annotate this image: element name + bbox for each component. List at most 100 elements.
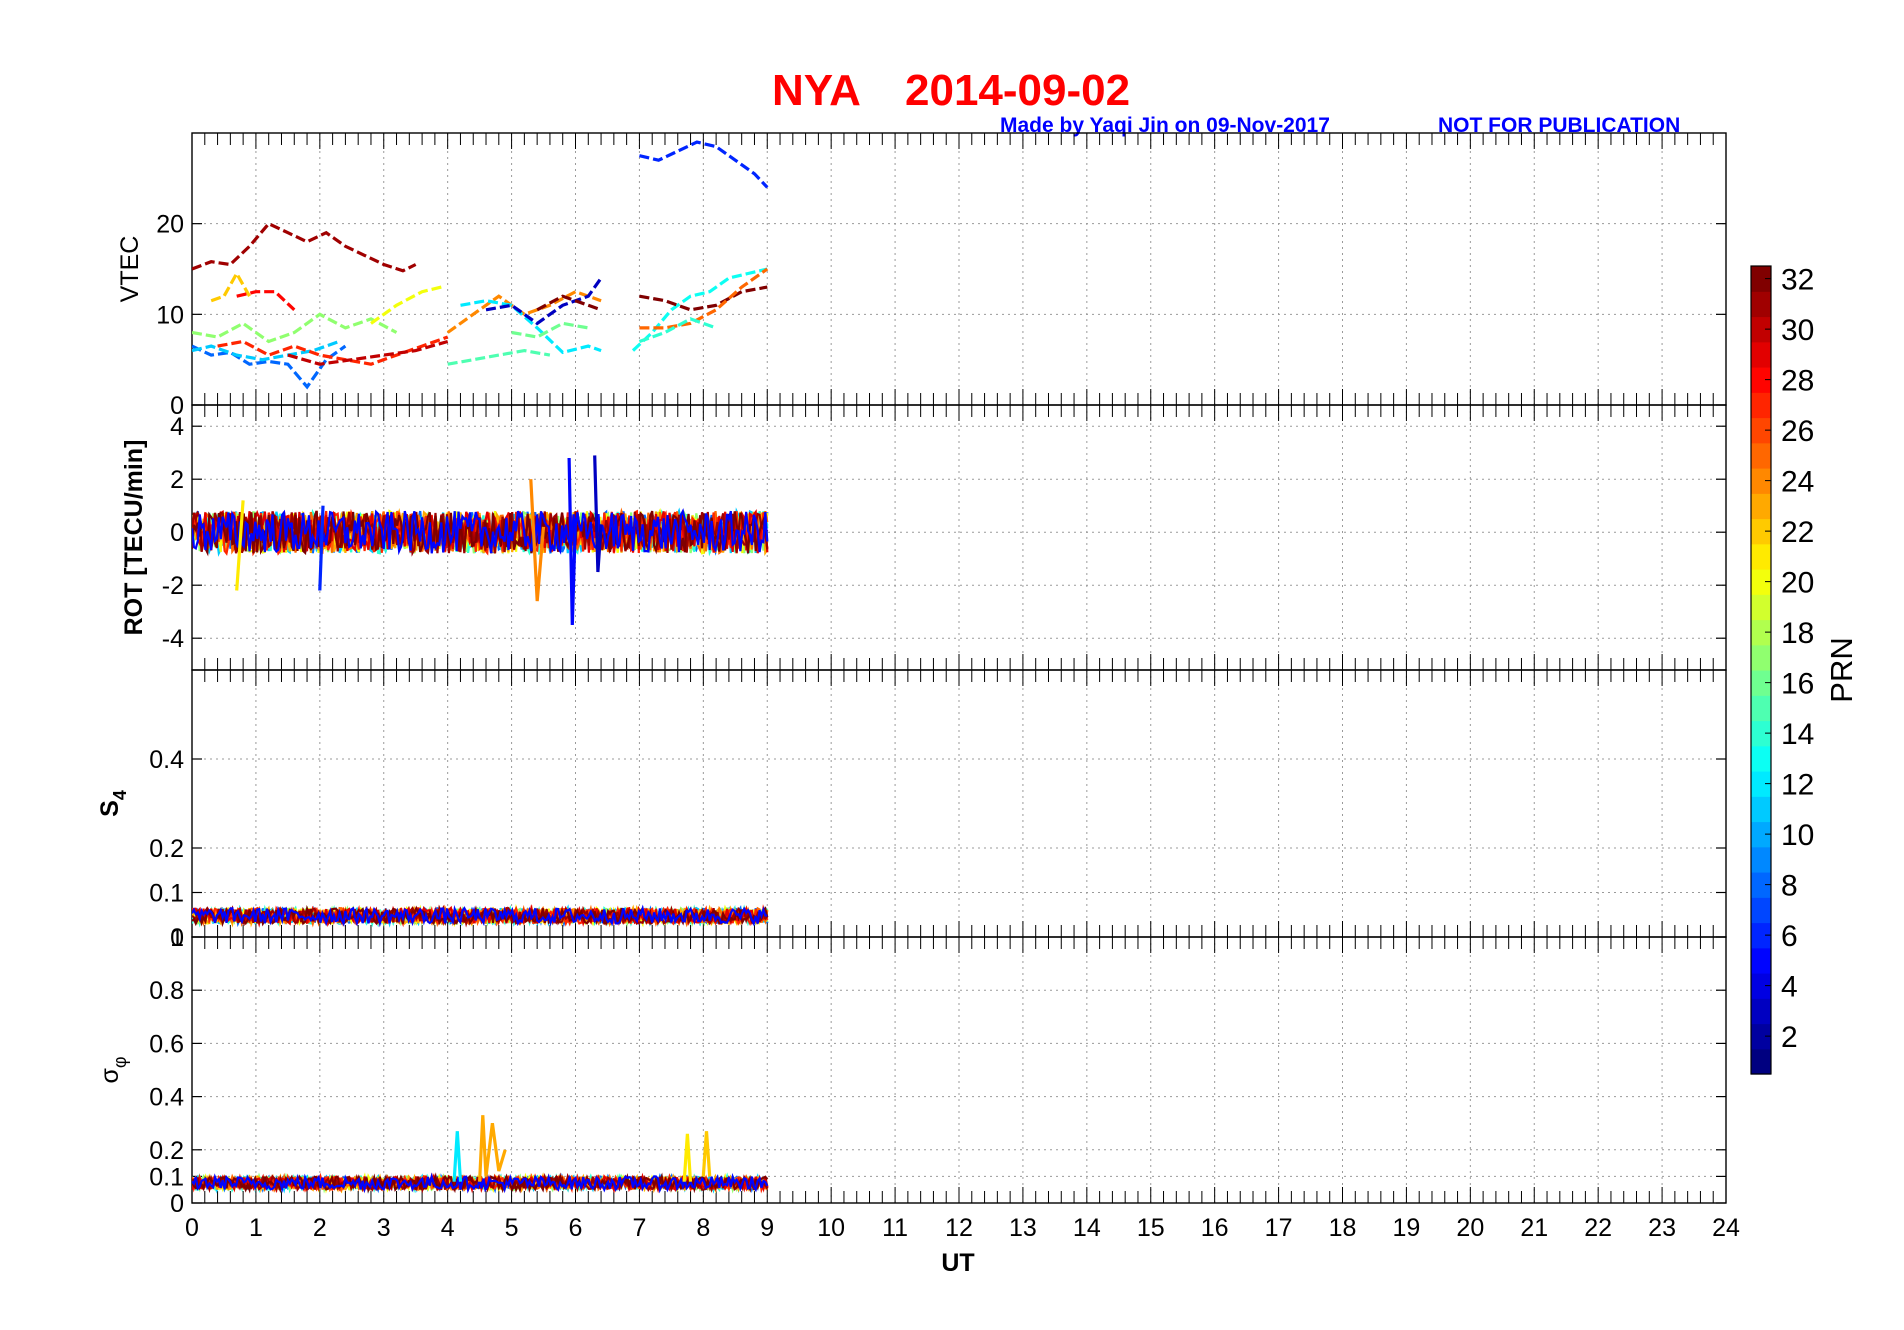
y-tick-label: 0.2 (149, 1137, 184, 1165)
x-tick-label: 16 (1201, 1214, 1229, 1242)
colorbar-tick-label: 26 (1781, 415, 1814, 448)
x-tick-label: 0 (185, 1214, 199, 1242)
y-axis-label: ROT [TECU/min] (120, 440, 148, 636)
y-tick-label: -4 (162, 625, 184, 653)
y-tick-label-extra: 1 (170, 924, 184, 952)
y-axis-label: S4 (96, 790, 130, 817)
series-prn-20 (370, 285, 442, 325)
panel-data (192, 140, 769, 390)
panel-data (192, 455, 769, 626)
series-prn-21 (682, 1133, 693, 1182)
series-prn-5 (567, 457, 578, 626)
x-tick-label: 4 (441, 1214, 455, 1242)
colorbar-swatch (1751, 392, 1771, 419)
x-tick-label: 8 (696, 1214, 710, 1242)
x-tick-label: 18 (1329, 1214, 1357, 1242)
colorbar-swatch (1751, 442, 1771, 469)
x-tick-label: 5 (505, 1214, 519, 1242)
series-prn-16 (511, 321, 589, 339)
x-tick-label: 13 (1009, 1214, 1037, 1242)
colorbar-tick-label: 4 (1781, 971, 1798, 1004)
figure-canvas: NYA 2014-09-02 Made by Yaqi Jin on 09-No… (96, 66, 1859, 1277)
colorbar-tick-label: 22 (1781, 516, 1814, 549)
series-prn-17 (192, 312, 398, 344)
x-tick-label: 6 (569, 1214, 583, 1242)
colorbar-swatch (1751, 745, 1771, 772)
series-prn-3 (485, 277, 603, 326)
series-prn-14 (638, 317, 717, 344)
colorbar-swatch (1751, 695, 1771, 722)
colorbar-swatch (1751, 947, 1771, 974)
y-tick-label: -2 (162, 572, 184, 600)
colorbar-tick-label: 6 (1781, 920, 1798, 953)
colorbar-swatch (1751, 543, 1771, 570)
y-axis-label-sub: φ (110, 1056, 130, 1068)
x-tick-label: 15 (1137, 1214, 1165, 1242)
y-tick-label: 4 (170, 413, 184, 441)
x-tick-label: 17 (1265, 1214, 1293, 1242)
series-prn-22 (701, 1131, 712, 1177)
x-tick-label: 7 (632, 1214, 646, 1242)
x-axis-label: UT (941, 1249, 974, 1277)
colorbar-swatch (1751, 1048, 1771, 1075)
panel-rot: -4 -2 0 2 4 ROT [TECU/min] (120, 404, 1727, 671)
colorbar-tick-label: 10 (1781, 819, 1814, 852)
panel-data (192, 1115, 769, 1194)
series-prn-3 (593, 455, 603, 573)
x-tick-label: 14 (1073, 1214, 1101, 1242)
y-tick-label: 0 (170, 1190, 184, 1218)
colorbar-swatch (1751, 291, 1771, 318)
series-prn-23 (478, 1115, 507, 1182)
x-tick-label: 2 (313, 1214, 327, 1242)
x-tick-label: 22 (1584, 1214, 1612, 1242)
colorbar-tick-label: 30 (1781, 314, 1814, 347)
colorbar-tick-label: 32 (1781, 264, 1814, 297)
x-tick-label: 21 (1520, 1214, 1548, 1242)
y-tick-label: 0.8 (149, 977, 184, 1005)
x-tick-label: 1 (249, 1214, 263, 1242)
x-tick-label: 23 (1648, 1214, 1676, 1242)
colorbar-tick-label: 2 (1781, 1021, 1798, 1054)
colorbar-swatch (1751, 846, 1771, 873)
colorbar-swatch (1751, 493, 1771, 520)
panel-vtec: 01020VTEC (116, 132, 1727, 420)
colorbar-tick-label: 18 (1781, 617, 1814, 650)
panel-sigma_phi: 00.10.20.40.60.8σφ0 1 2 3 4 5 6 7 8 9 10 11 12 13 14 15… (96, 936, 1740, 1242)
series-prn-22 (210, 270, 251, 303)
colorbar-swatch (1751, 796, 1771, 823)
y-tick-label: 20 (156, 211, 184, 239)
y-axis-label: VTEC (116, 236, 144, 303)
colorbar-swatch (1751, 998, 1771, 1025)
colorbar-swatch (1751, 341, 1771, 368)
x-tick-label: 20 (1456, 1214, 1484, 1242)
y-tick-label: 0.1 (149, 1163, 184, 1191)
title-station: NYA (772, 66, 861, 115)
colorbar-label: PRN (1824, 637, 1859, 702)
y-tick-label: 0.2 (149, 835, 184, 863)
colorbar-tick-label: 8 (1781, 870, 1798, 903)
y-axis-label-sub: 4 (110, 790, 130, 800)
panel-data (192, 903, 769, 928)
y-tick-label: 0.4 (149, 746, 184, 774)
colorbar-swatch (1751, 897, 1771, 924)
colorbar-tick-label: 14 (1781, 718, 1814, 751)
y-axis-label: σφ (96, 1056, 130, 1083)
x-tick-label: 12 (945, 1214, 973, 1242)
x-tick-label: 3 (377, 1214, 391, 1242)
colorbar-tick-label: 28 (1781, 365, 1814, 398)
y-tick-label: 0.1 (149, 880, 184, 908)
colorbar-swatch (1751, 644, 1771, 671)
x-tick-label: 11 (882, 1214, 908, 1242)
x-tick-label: 10 (817, 1214, 845, 1242)
panel-frame (191, 132, 1727, 406)
colorbar-tick-label: 24 (1781, 466, 1814, 499)
series-prn-12 (452, 1131, 463, 1182)
colorbar-swatch (1751, 594, 1771, 621)
y-tick-label: 0.6 (149, 1030, 184, 1058)
series-prn-28 (236, 290, 296, 311)
colorbar-tick-label: 16 (1781, 668, 1814, 701)
series-prn-8 (192, 344, 347, 390)
x-tick-label: 19 (1393, 1214, 1421, 1242)
y-tick-label: 0 (170, 519, 184, 547)
y-tick-label: 0.4 (149, 1084, 184, 1112)
